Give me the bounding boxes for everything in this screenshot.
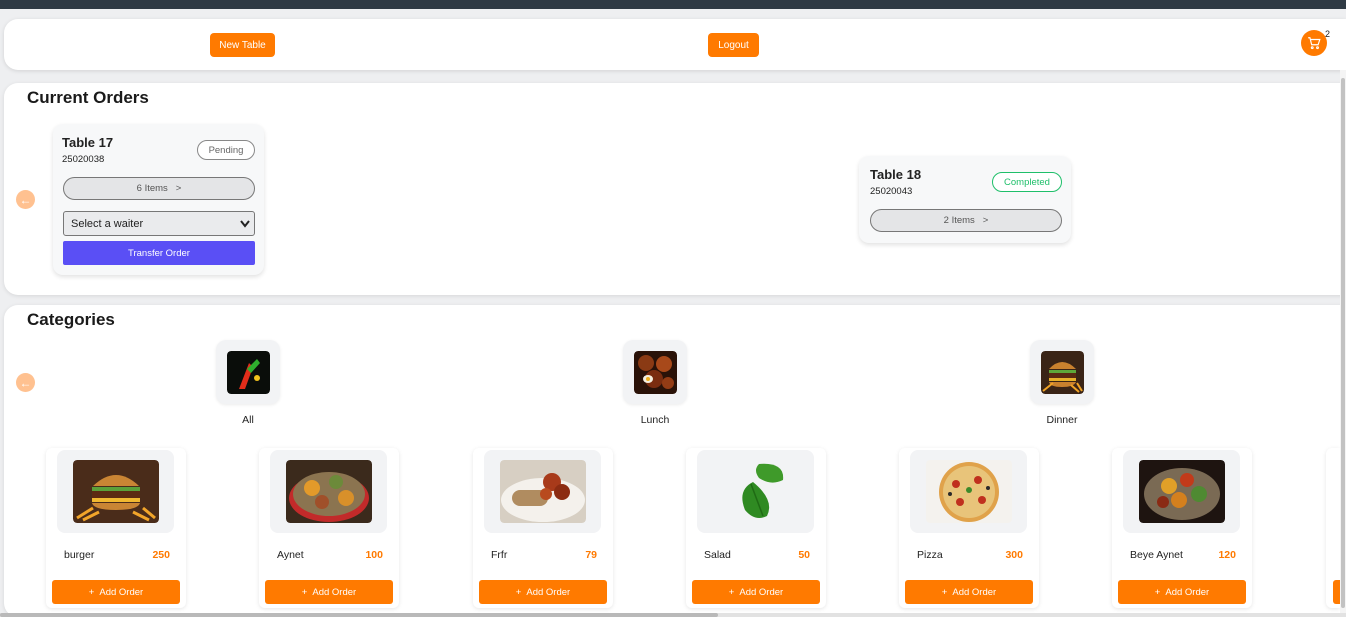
plus-icon: + [728,586,735,598]
add-order-label: Add Order [526,586,571,598]
cart-button[interactable] [1301,30,1327,56]
plus-icon: + [1154,586,1161,598]
add-order-label: Add Order [312,586,357,598]
category-image-box [623,340,687,404]
burger-image [72,460,159,523]
category-lunch-image [633,350,677,394]
status-badge: Completed [992,172,1062,192]
items-count-label: 6 Items [136,183,168,194]
add-order-button-partial[interactable] [1333,580,1340,604]
food-price: 120 [1218,549,1236,561]
current-orders-title: Current Orders [27,88,149,107]
pizza-image [925,460,1012,523]
add-order-button[interactable]: + Add Order [905,580,1033,604]
food-card-salad: Salad 50 + Add Order [686,448,826,608]
food-price: 100 [365,549,383,561]
food-card-partial [1326,448,1340,608]
order-id: 25020043 [870,186,913,197]
beye-aynet-image [1138,460,1225,523]
frfr-image [499,460,586,523]
vertical-scrollbar-thumb[interactable] [1341,78,1345,608]
order-id: 25020038 [62,154,105,165]
plus-icon: + [941,586,948,598]
categories-title: Categories [27,310,115,329]
order-card-table-17: Table 17 25020038 Pending 6 Items > Sele… [53,124,264,275]
categories-prev-arrow-icon[interactable]: ← [16,373,35,392]
food-image-box [910,450,1027,533]
food-name: Salad [704,549,731,561]
category-label: All [242,414,254,426]
cart-count-badge: 2 [1325,29,1331,39]
plus-icon: + [301,586,308,598]
add-order-button[interactable]: + Add Order [479,580,607,604]
food-name: Beye Aynet [1130,549,1183,561]
food-price: 250 [152,549,170,561]
aynet-image [285,460,372,523]
food-price: 50 [798,549,810,561]
category-lunch[interactable]: Lunch [623,340,687,426]
category-label: Dinner [1046,414,1078,426]
food-image-box [697,450,814,533]
food-image-box [57,450,174,533]
add-order-button[interactable]: + Add Order [1118,580,1246,604]
order-table-name: Table 18 [870,167,922,182]
food-name: Pizza [917,549,943,561]
order-items-button[interactable]: 2 Items > [870,209,1062,232]
food-card-beye-aynet: Beye Aynet 120 + Add Order [1112,448,1252,608]
transfer-order-button[interactable]: Transfer Order [63,241,255,265]
plus-icon: + [515,586,522,598]
category-image-box [1030,340,1094,404]
food-card-frfr: Frfr 79 + Add Order [473,448,613,608]
order-table-name: Table 17 [62,135,114,150]
order-card-table-18: Table 18 25020043 Completed 2 Items > [859,156,1071,243]
food-name: Frfr [491,549,508,561]
food-image-box [270,450,387,533]
food-image-box [1123,450,1240,533]
waiter-select-value: Select a waiter [71,217,144,230]
category-dinner-image [1040,350,1084,394]
add-order-label: Add Order [99,586,144,598]
order-items-button[interactable]: 6 Items > [63,177,255,200]
category-image-box [216,340,280,404]
add-order-button[interactable]: + Add Order [692,580,820,604]
food-name: burger [64,549,95,561]
cart-icon [1308,37,1321,50]
food-price: 300 [1005,549,1023,561]
add-order-label: Add Order [952,586,997,598]
waiter-select[interactable]: Select a waiter [63,211,255,236]
category-all[interactable]: All [216,340,280,426]
food-image-box [484,450,601,533]
browser-top-strip [0,0,1346,9]
category-label: Lunch [640,414,670,426]
food-card-burger: burger 250 + Add Order [46,448,186,608]
category-all-image [226,350,270,394]
orders-prev-arrow-icon[interactable]: ← [16,190,35,209]
add-order-button[interactable]: + Add Order [265,580,393,604]
status-badge: Pending [197,140,255,160]
food-card-aynet: Aynet 100 + Add Order [259,448,399,608]
plus-icon: + [88,586,95,598]
logout-button[interactable]: Logout [708,33,759,57]
items-count-label: 2 Items [943,215,975,226]
chevron-right-icon: > [982,215,989,226]
food-price: 79 [585,549,597,561]
new-table-button[interactable]: New Table [210,33,275,57]
add-order-button[interactable]: + Add Order [52,580,180,604]
category-dinner[interactable]: Dinner [1030,340,1094,426]
header-bar [4,19,1346,70]
food-card-pizza: Pizza 300 + Add Order [899,448,1039,608]
salad-image [741,463,783,518]
food-name: Aynet [277,549,304,561]
horizontal-scrollbar-thumb[interactable] [0,613,718,617]
add-order-label: Add Order [1165,586,1210,598]
add-order-label: Add Order [739,586,784,598]
chevron-right-icon: > [175,183,182,194]
chevron-down-icon [240,220,250,228]
